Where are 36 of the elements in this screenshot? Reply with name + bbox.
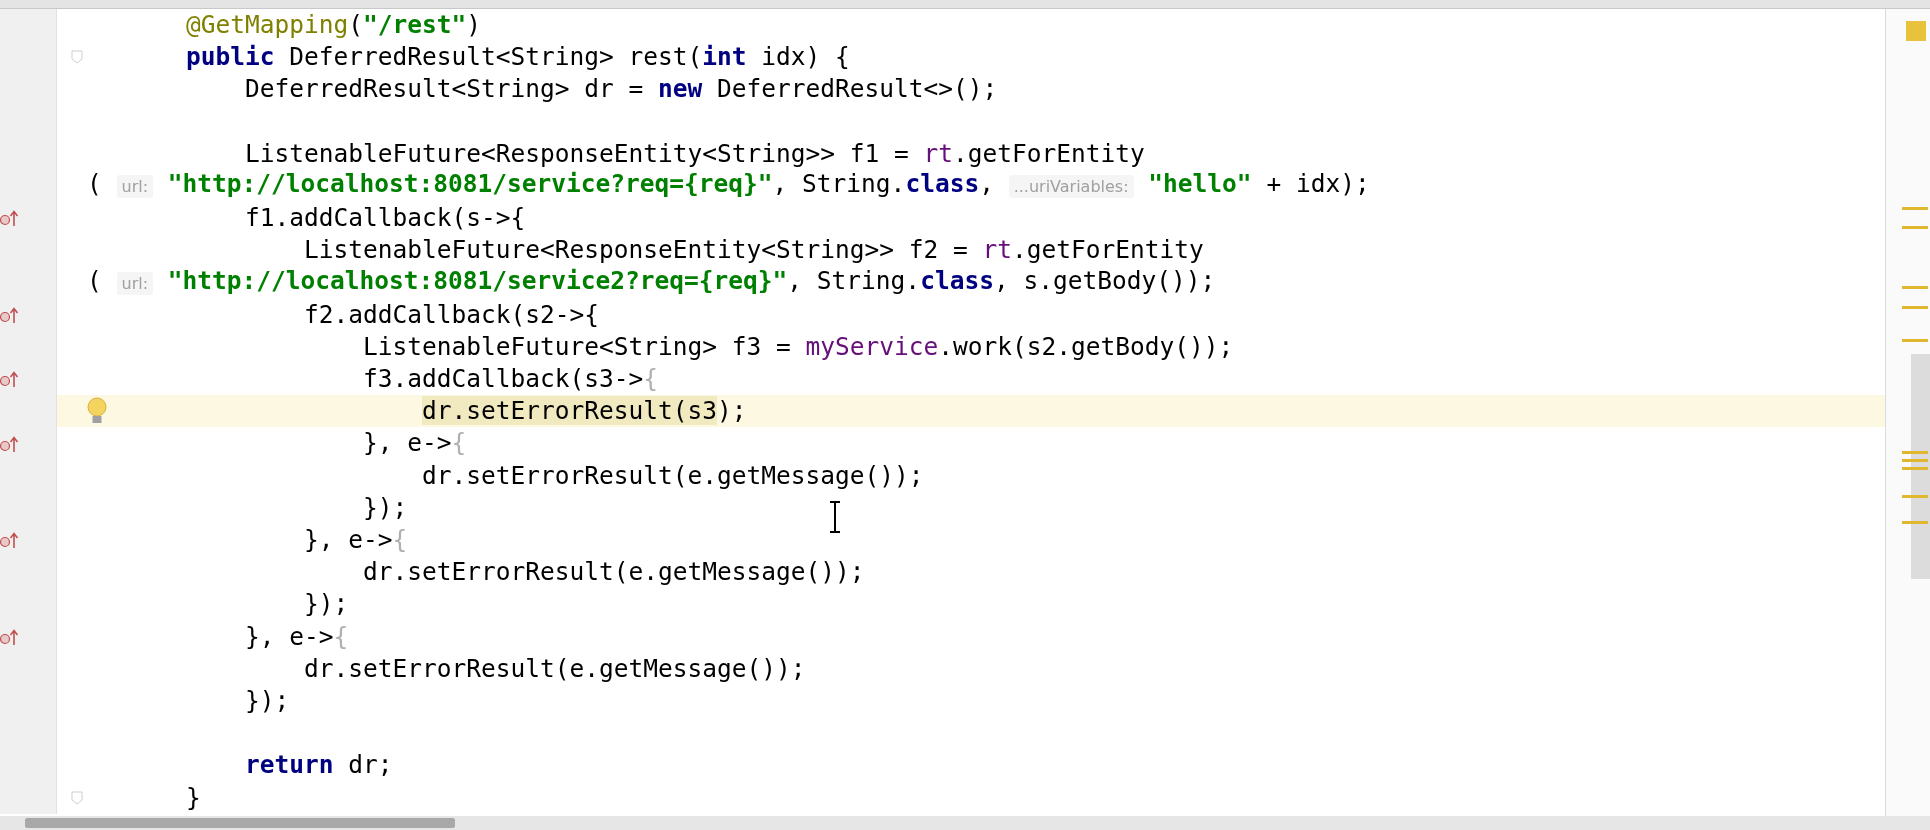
code-line: f1.addCallback(s->{: [244, 202, 526, 235]
lambda-arrow-icon[interactable]: [0, 305, 20, 324]
code-line: dr.setErrorResult(e.getMessage());: [421, 459, 924, 492]
code-line: return dr;: [244, 749, 393, 782]
lambda-arrow-icon[interactable]: [0, 209, 20, 228]
code-line: });: [244, 684, 290, 717]
code-line: dr.setErrorResult(e.getMessage());: [362, 556, 865, 589]
code-line: }, e->{: [244, 620, 349, 653]
scrollbar-thumb[interactable]: [25, 818, 455, 828]
code-line: dr.setErrorResult(e.getMessage());: [303, 652, 806, 685]
code-line: ListenableFuture<ResponseEntity<String>> f1 = rt.getForEntity: [244, 137, 1145, 170]
code-line: });: [362, 491, 408, 524]
gutter: [0, 9, 57, 42]
code-line: });: [303, 588, 349, 621]
code-line: }, e->{: [362, 427, 467, 460]
fold-marker-icon[interactable]: [71, 50, 83, 65]
code-line: ListenableFuture<String> f3 = myService.work(s2.getBody());: [362, 330, 1234, 363]
code-line: }, e->{: [303, 524, 408, 556]
code-line: DeferredResult<String> dr = new DeferredResult<>();: [244, 73, 998, 106]
code-line: ListenableFuture<ResponseEntity<String>> f2 = rt.getForEntity: [303, 234, 1204, 267]
code-line: }: [185, 781, 201, 814]
code-line: public DeferredResult<String> rest(int idx) {: [185, 41, 850, 74]
fold-marker-icon[interactable]: [71, 790, 83, 805]
lambda-arrow-icon[interactable]: [0, 434, 20, 453]
text-cursor-icon: [828, 501, 842, 533]
lambda-arrow-icon[interactable]: [0, 370, 20, 389]
code-line: ( url: "http://localhost:8081/service?req={req}", String.class, ...uriVariables: "hello" + idx);: [87, 168, 1370, 201]
lightbulb-icon[interactable]: [86, 397, 108, 426]
code-line: f3.addCallback(s3->{: [362, 363, 659, 396]
gutter: [0, 781, 57, 814]
horizontal-scrollbar[interactable]: [0, 816, 1930, 830]
code-line: ( url: "http://localhost:8081/service2?req={req}", String.class, s.getBody());: [87, 265, 1216, 297]
code-line: @GetMapping("/rest"): [185, 9, 482, 41]
lambda-arrow-icon[interactable]: [0, 531, 20, 550]
code-line: f2.addCallback(s2->{: [303, 298, 600, 331]
lambda-arrow-icon[interactable]: [0, 627, 20, 646]
